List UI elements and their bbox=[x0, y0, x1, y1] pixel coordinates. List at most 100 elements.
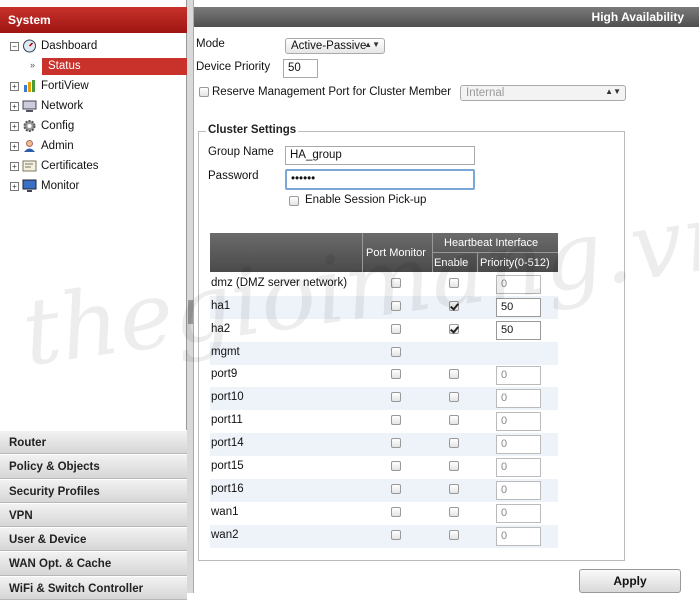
port-monitor-checkbox[interactable] bbox=[391, 530, 401, 540]
table-row: wan1 0 bbox=[210, 502, 558, 525]
table-row: port15 0 bbox=[210, 456, 558, 479]
nav-user-device[interactable]: User & Device bbox=[0, 527, 187, 552]
port-monitor-checkbox[interactable] bbox=[391, 461, 401, 471]
nav-vpn[interactable]: VPN bbox=[0, 502, 187, 528]
reserve-mgmt-label: Reserve Management Port for Cluster Memb… bbox=[212, 86, 452, 98]
heartbeat-priority-input[interactable]: 0 bbox=[496, 435, 541, 454]
heartbeat-enable-checkbox[interactable] bbox=[449, 415, 459, 425]
heartbeat-priority-input[interactable]: 0 bbox=[496, 275, 541, 294]
interface-name: port11 bbox=[211, 414, 243, 426]
port-monitor-checkbox[interactable] bbox=[391, 324, 401, 334]
nav-wifi-switch-controller[interactable]: WiFi & Switch Controller bbox=[0, 575, 187, 601]
pane-splitter[interactable] bbox=[187, 0, 194, 593]
port-monitor-checkbox[interactable] bbox=[391, 484, 401, 494]
device-priority-input[interactable]: 50 bbox=[283, 59, 318, 78]
heartbeat-enable-checkbox[interactable] bbox=[449, 369, 459, 379]
password-input[interactable]: •••••• bbox=[285, 169, 475, 190]
sidebar-item-fortiview[interactable]: + FortiView bbox=[0, 76, 187, 96]
sidebar-item-dashboard[interactable]: − Dashboard bbox=[0, 36, 187, 56]
mode-select[interactable]: Active-Passive ▲▼ bbox=[285, 38, 385, 54]
sidebar-item-status[interactable]: Status bbox=[42, 58, 187, 75]
col-heartbeat-interface: Heartbeat Interface bbox=[444, 237, 539, 249]
sidebar-item-label: FortiView bbox=[41, 80, 89, 92]
sidebar-item-label: Certificates bbox=[41, 160, 99, 172]
heartbeat-enable-checkbox[interactable] bbox=[449, 301, 459, 311]
heartbeat-priority-input[interactable]: 0 bbox=[496, 504, 541, 523]
heartbeat-enable-checkbox[interactable] bbox=[449, 278, 459, 288]
expand-icon[interactable]: + bbox=[10, 122, 19, 131]
heartbeat-enable-checkbox[interactable] bbox=[449, 461, 459, 471]
expand-icon[interactable]: + bbox=[10, 142, 19, 151]
col-port-monitor: Port Monitor bbox=[366, 247, 426, 259]
expand-icon[interactable]: + bbox=[10, 82, 19, 91]
session-pickup-checkbox[interactable] bbox=[289, 196, 299, 206]
heartbeat-enable-checkbox[interactable] bbox=[449, 392, 459, 402]
nav-router[interactable]: Router bbox=[0, 430, 187, 455]
expand-icon[interactable]: + bbox=[10, 162, 19, 171]
interface-name: ha2 bbox=[211, 323, 231, 335]
sidebar-item-admin[interactable]: + Admin bbox=[0, 136, 187, 156]
port-monitor-checkbox[interactable] bbox=[391, 415, 401, 425]
port-monitor-checkbox[interactable] bbox=[391, 438, 401, 448]
heartbeat-priority-input[interactable]: 50 bbox=[496, 298, 541, 317]
interface-name: dmz (DMZ server network) bbox=[211, 277, 348, 289]
table-row: port10 0 bbox=[210, 387, 558, 410]
port-monitor-checkbox[interactable] bbox=[391, 392, 401, 402]
interface-name: ha1 bbox=[211, 300, 231, 312]
session-pickup-label: Enable Session Pick-up bbox=[305, 194, 427, 206]
heartbeat-priority-input[interactable]: 0 bbox=[496, 481, 541, 500]
sidebar-item-network[interactable]: + Network bbox=[0, 96, 187, 116]
heartbeat-priority-input[interactable]: 50 bbox=[496, 321, 541, 340]
certificate-icon bbox=[22, 160, 37, 172]
heartbeat-priority-input[interactable]: 0 bbox=[496, 458, 541, 477]
mode-label: Mode bbox=[196, 38, 225, 50]
interface-name: wan1 bbox=[211, 506, 239, 518]
heartbeat-priority-input[interactable]: 0 bbox=[496, 366, 541, 385]
nav-policy-objects[interactable]: Policy & Objects bbox=[0, 454, 187, 479]
reserve-port-value: Internal bbox=[466, 87, 505, 99]
sidebar-item-label: Monitor bbox=[41, 180, 80, 192]
splitter-handle[interactable] bbox=[188, 300, 193, 324]
heartbeat-enable-checkbox[interactable] bbox=[449, 530, 459, 540]
bottom-nav: Router Policy & Objects Security Profile… bbox=[0, 430, 187, 601]
heartbeat-table-header: Port Monitor Heartbeat Interface Enable … bbox=[210, 233, 558, 272]
reserve-port-select[interactable]: Internal ▲▼ bbox=[460, 85, 626, 101]
sidebar-item-label: Config bbox=[41, 120, 75, 132]
interface-name: port16 bbox=[211, 483, 244, 495]
port-monitor-checkbox[interactable] bbox=[391, 507, 401, 517]
expand-icon[interactable]: + bbox=[10, 102, 19, 111]
apply-button[interactable]: Apply bbox=[579, 569, 681, 593]
table-row: port9 0 bbox=[210, 364, 558, 387]
port-monitor-checkbox[interactable] bbox=[391, 369, 401, 379]
bar-chart-icon bbox=[24, 80, 35, 92]
heartbeat-enable-checkbox[interactable] bbox=[449, 438, 459, 448]
col-enable: Enable bbox=[434, 257, 469, 269]
nav-security-profiles[interactable]: Security Profiles bbox=[0, 478, 187, 503]
table-row: port14 0 bbox=[210, 433, 558, 456]
heartbeat-priority-input[interactable]: 0 bbox=[496, 389, 541, 408]
chevron-updown-icon: ▲▼ bbox=[605, 87, 621, 96]
interface-name: port10 bbox=[211, 391, 244, 403]
config-gear-icon bbox=[23, 120, 36, 132]
sidebar-section-system[interactable]: System bbox=[0, 7, 187, 33]
heartbeat-priority-input[interactable]: 0 bbox=[496, 527, 541, 546]
port-monitor-checkbox[interactable] bbox=[391, 347, 401, 357]
heartbeat-enable-checkbox[interactable] bbox=[449, 324, 459, 334]
heartbeat-enable-checkbox[interactable] bbox=[449, 484, 459, 494]
port-monitor-checkbox[interactable] bbox=[391, 301, 401, 311]
nav-wan-opt-cache[interactable]: WAN Opt. & Cache bbox=[0, 551, 187, 576]
expand-icon[interactable]: + bbox=[10, 182, 19, 191]
reserve-mgmt-checkbox[interactable] bbox=[199, 87, 209, 97]
group-name-input[interactable]: HA_group bbox=[285, 146, 475, 165]
heartbeat-enable-checkbox[interactable] bbox=[449, 507, 459, 517]
interface-name: port14 bbox=[211, 437, 244, 449]
collapse-icon[interactable]: − bbox=[10, 42, 19, 51]
sidebar-item-config[interactable]: + Config bbox=[0, 116, 187, 136]
device-priority-label: Device Priority bbox=[196, 61, 271, 73]
page-title: High Availability bbox=[194, 7, 699, 27]
sidebar-item-monitor[interactable]: + Monitor bbox=[0, 176, 187, 196]
heartbeat-priority-input[interactable]: 0 bbox=[496, 412, 541, 431]
sidebar-item-certificates[interactable]: + Certificates bbox=[0, 156, 187, 176]
monitor-icon bbox=[22, 179, 37, 192]
port-monitor-checkbox[interactable] bbox=[391, 278, 401, 288]
